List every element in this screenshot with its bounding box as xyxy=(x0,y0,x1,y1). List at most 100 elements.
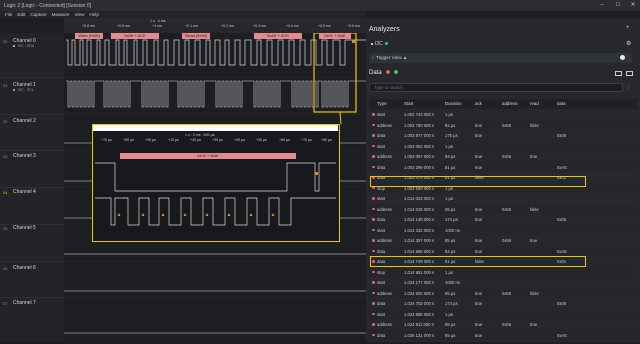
cell-data: 0x06 xyxy=(557,133,567,138)
table-row[interactable]: address 1.002 780 000 s 82 µs true 0x55 false xyxy=(369,119,638,130)
cell-duration: 174 µs xyxy=(445,301,458,306)
cell-duration: 175 µs xyxy=(445,133,458,138)
channel-4-row[interactable]: 04 Channel 4 xyxy=(0,187,64,225)
table-row[interactable]: start 1.002 743 000 s 1 µs xyxy=(369,109,638,120)
channel-name: Channel 7 xyxy=(13,300,36,306)
table-row[interactable]: data 1.014 566 000 s 83 µs true 0xAE xyxy=(369,245,638,256)
decode-label[interactable]: 0x06 + ACK xyxy=(111,33,159,39)
data-title-label: Data xyxy=(369,70,382,76)
table-row[interactable]: address 1.003 097 000 s 84 µs true 0x55 true xyxy=(369,151,638,162)
zoom-inset[interactable]: 1 s : 3 ms : 500 µs +70 µs +80 µs +90 µs… xyxy=(92,124,340,242)
cell-read: true xyxy=(530,154,538,159)
col-ack[interactable]: ack xyxy=(475,101,482,106)
col-data[interactable]: data xyxy=(557,101,566,106)
more-icon[interactable]: ⋮ xyxy=(626,84,631,90)
col-duration[interactable]: Duration xyxy=(445,101,462,106)
cell-start: 1.014 851 000 s xyxy=(404,269,435,275)
channel-2-row[interactable]: 02 Channel 2 xyxy=(0,114,64,151)
cell-read: false xyxy=(530,122,539,128)
channel-1-row[interactable]: 01 Channel 1 I2C - SCL xyxy=(0,77,64,115)
col-start[interactable]: Start xyxy=(404,101,413,106)
col-type[interactable]: Type xyxy=(377,101,387,106)
trigger-view-panel[interactable]: Trigger View ▲ xyxy=(369,53,632,63)
time-tick: +0.1 ms xyxy=(185,24,198,28)
cell-duration: 83 µs xyxy=(445,248,456,254)
channel-sub: I2C - SCL xyxy=(18,88,34,92)
cell-address: 0x55 xyxy=(502,290,512,296)
row-marker-icon xyxy=(372,323,375,326)
cell-ack: true xyxy=(475,248,483,254)
cell-type: data xyxy=(377,164,386,170)
analyzer-name: I2C xyxy=(375,41,383,47)
table-row[interactable]: address 1.014 048 000 s 85 µs true 0x55 false xyxy=(369,203,638,214)
table-view-icon[interactable] xyxy=(615,71,622,76)
decode-label[interactable]: Write [0x55] xyxy=(75,33,103,39)
record-icon[interactable] xyxy=(620,55,625,60)
cell-start: 1.003 097 000 s xyxy=(404,154,435,159)
chevron-right-icon[interactable]: › xyxy=(372,55,374,60)
table-row[interactable]: start 1.024 177 000 s 1000 ns xyxy=(369,277,638,288)
channel-7-row[interactable]: 07 Channel 7 xyxy=(0,297,64,342)
cell-ack: true xyxy=(475,301,483,306)
cell-start: 1.024 177 000 s xyxy=(404,280,435,285)
row-marker-icon xyxy=(372,228,375,231)
time-ruler[interactable]: 1 s : 3 ms +0.8 ms +0.9 ms +1 ms +0.1 ms… xyxy=(64,18,366,33)
menu-edit[interactable]: Edit xyxy=(17,12,25,17)
add-analyzer-icon[interactable]: + xyxy=(626,25,630,31)
minimize-button[interactable]: – xyxy=(594,0,610,11)
table-row[interactable]: data 1.024 702 000 s 174 µs true 0x06 xyxy=(369,298,638,309)
table-row[interactable]: start 1.003 062 000 s 1 µs xyxy=(369,140,638,151)
row-marker-icon xyxy=(372,155,375,158)
settings-icon[interactable]: ⚙ xyxy=(626,40,631,47)
channel-5-row[interactable]: 05 Channel 5 xyxy=(0,224,64,262)
channel-3-row[interactable]: 03 Channel 3 xyxy=(0,150,64,188)
cell-type: start xyxy=(377,143,386,149)
col-read[interactable]: read xyxy=(530,101,539,106)
table-row[interactable]: data 1.003 299 000 s 81 µs true 0xAE xyxy=(369,161,638,172)
search-input[interactable] xyxy=(369,83,623,92)
cell-address: 0x55 xyxy=(502,154,512,159)
menu-capture[interactable]: Capture xyxy=(30,12,46,17)
bullet-icon xyxy=(371,42,373,45)
table-row[interactable]: start 1.024 886 000 s 1 µs xyxy=(369,308,638,319)
cell-duration: 1 µs xyxy=(445,143,453,149)
menu-help[interactable]: Help xyxy=(89,12,98,17)
row-marker-icon xyxy=(372,249,375,252)
cell-type: start xyxy=(377,311,386,317)
window-title: Logic 2 [Logic - Connected] [Session 0] xyxy=(4,2,91,9)
table-row[interactable]: data 1.014 148 000 s 174 µs true 0x06 xyxy=(369,214,638,225)
decode-label[interactable]: 0x01 + NAK xyxy=(319,33,351,39)
decode-label[interactable]: Read [0x55] xyxy=(182,33,210,39)
active-dot-icon xyxy=(394,70,399,75)
table-row[interactable]: address 1.014 357 000 s 85 µs true 0x55 true xyxy=(369,235,638,246)
table-row[interactable]: data 1.025 121 000 s 85 µs true 0xAE xyxy=(369,329,638,340)
table-row[interactable]: address 1.024 911 000 s 85 µs true 0x55 true xyxy=(369,319,638,330)
cell-duration: 85 µs xyxy=(445,332,456,338)
table-row[interactable]: stop 1.014 851 000 s 1 µs xyxy=(369,266,638,277)
cell-data: 0xAE xyxy=(557,248,568,254)
maximize-button[interactable]: □ xyxy=(610,0,626,11)
channel-6-row[interactable]: 06 Channel 6 xyxy=(0,261,64,298)
cell-type: start xyxy=(377,196,386,201)
row-marker-icon xyxy=(372,113,375,116)
channel-list: 00 Channel 0 I2C - SDA 01 Channel 1 I2C … xyxy=(0,33,64,342)
cell-type: data xyxy=(377,217,386,222)
menu-view[interactable]: View xyxy=(75,12,85,17)
cell-ack: true xyxy=(475,322,483,327)
cell-duration: 1000 ns xyxy=(445,227,460,233)
close-button[interactable]: ✕ xyxy=(625,0,640,11)
zoom-waveform-svg xyxy=(95,162,336,226)
decode-label[interactable]: 0xAE + ACK xyxy=(254,33,302,39)
table-row[interactable]: data 1.002 877 000 s 175 µs true 0x06 xyxy=(369,130,638,141)
columns-icon[interactable] xyxy=(626,71,633,76)
channel-0-row[interactable]: 00 Channel 0 I2C - SDA xyxy=(0,33,64,78)
table-row[interactable]: address 1.024 602 000 s 85 µs true 0x55 false xyxy=(369,287,638,298)
table-row[interactable]: start 1.014 332 000 s 1000 ns xyxy=(369,224,638,235)
table-row[interactable]: start 1.014 023 000 s 1 µs xyxy=(369,193,638,204)
row-marker-icon xyxy=(372,270,375,273)
time-tick: +1 ms xyxy=(152,24,162,28)
menu-measure[interactable]: Measure xyxy=(52,12,70,17)
col-address[interactable]: address xyxy=(502,101,518,106)
menu-file[interactable]: File xyxy=(5,12,12,17)
analyzer-i2c[interactable]: I2C xyxy=(371,41,388,47)
